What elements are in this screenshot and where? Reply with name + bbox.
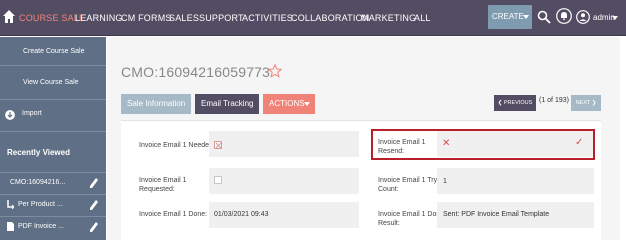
recent-item-label: Per Product ...: [18, 201, 63, 208]
create-button-label: CREATE: [492, 12, 524, 21]
edit-pencil-icon[interactable]: [90, 178, 98, 188]
pagination-count: (1 of 193): [539, 97, 569, 104]
field-label-line: Invoice Email 1 Done: [378, 211, 445, 218]
field-value: [209, 131, 359, 157]
field-label: Invoice Email 1 Done:: [139, 211, 208, 218]
field-label-line: Count:: [378, 186, 399, 193]
field-label-line: Requested:: [139, 186, 175, 193]
sidebar-action-create-course-sale[interactable]: Create Course Sale: [23, 48, 103, 55]
share-icon: [7, 200, 14, 209]
previous-button[interactable]: ❮ PREVIOUS: [494, 95, 536, 111]
try-count-value: 1: [443, 178, 447, 185]
field-label-line: Invoice Email 1 Try: [378, 177, 438, 184]
nav-item-marketing[interactable]: MARKETING: [361, 13, 416, 23]
tab-label: Email Tracking: [201, 99, 254, 108]
field-value: [209, 168, 359, 194]
tab-label: ACTIONS: [269, 99, 305, 108]
divider: [0, 65, 106, 66]
sidebar-action-view-course-sale[interactable]: View Course Sale: [23, 79, 103, 86]
field-label-line: Result:: [378, 220, 400, 227]
nav-item-learning[interactable]: LEARNING: [75, 13, 123, 23]
notification-bell-icon[interactable]: [556, 7, 572, 25]
previous-label: PREVIOUS: [503, 100, 533, 106]
divider: [0, 99, 106, 100]
top-nav: COURSE SALE LEARNING CM FORMS SALES SUPP…: [0, 0, 626, 36]
tab-email-tracking[interactable]: Email Tracking: [195, 94, 260, 114]
divider: [0, 131, 106, 132]
done-date-value: 01/03/2021 09:43: [214, 211, 269, 218]
field-label-line: Invoice Email 1: [139, 177, 187, 184]
recent-item[interactable]: PDF Invoice ...: [0, 216, 106, 238]
sidebar-action-import[interactable]: Import: [22, 110, 102, 117]
done-result-value: Sent: PDF Invoice Email Template: [443, 211, 550, 218]
chevron-down-icon: [523, 15, 529, 19]
recent-item-label: PDF Invoice ...: [18, 223, 64, 230]
edit-pencil-icon[interactable]: [90, 222, 98, 232]
chevron-down-icon[interactable]: [612, 16, 618, 20]
tab-sale-information[interactable]: Sale Information: [121, 94, 192, 114]
nav-item-all[interactable]: ALL: [414, 13, 431, 23]
nav-item-cm-forms[interactable]: CM FORMS: [121, 13, 172, 23]
user-avatar-icon[interactable]: [576, 8, 590, 26]
invoice-email-requested-checkbox[interactable]: [214, 176, 222, 184]
favorite-star-icon[interactable]: [268, 64, 282, 78]
highlighted-field: [371, 129, 595, 160]
nav-item-activities[interactable]: ACTIVITIES: [242, 13, 293, 23]
chevron-down-icon: [304, 102, 310, 106]
nav-item-collaboration[interactable]: COLLABORATION: [291, 13, 369, 23]
field-label: Invoice Email 1 Requested:: [139, 176, 186, 194]
tab-label: Sale Information: [127, 99, 186, 108]
home-icon[interactable]: [3, 10, 15, 24]
recently-viewed-heading: Recently Viewed: [7, 148, 70, 157]
nav-item-support[interactable]: SUPPORT: [199, 13, 244, 23]
recent-item-label: CMO:16094216...: [10, 179, 66, 186]
search-icon[interactable]: [537, 10, 551, 24]
chevron-right-icon: ❯: [590, 100, 597, 106]
sidebar: Create Course Sale View Course Sale Impo…: [0, 37, 106, 240]
field-label: Invoice Email 1 Done Result:: [378, 210, 444, 228]
invoice-email-needed-checkbox[interactable]: [214, 141, 222, 149]
actions-dropdown-button[interactable]: ACTIONS: [263, 94, 315, 114]
recent-item[interactable]: CMO:16094216...: [0, 172, 106, 194]
next-button[interactable]: NEXT ❯: [571, 95, 601, 111]
import-icon: [5, 110, 15, 120]
recent-item[interactable]: Per Product ...: [0, 194, 106, 216]
field-value: [437, 168, 594, 194]
window-edge: [620, 37, 626, 240]
page-title: CMO:16094216059773: [121, 64, 271, 80]
field-label: Invoice Email 1 Needed:: [139, 142, 215, 149]
field-label: Invoice Email 1 Try Count:: [378, 176, 437, 194]
create-button[interactable]: CREATE: [488, 5, 532, 29]
next-label: NEXT: [575, 100, 591, 106]
nav-item-sales[interactable]: SALES: [169, 13, 199, 23]
document-icon: [7, 222, 14, 231]
edit-pencil-icon[interactable]: [90, 200, 98, 210]
